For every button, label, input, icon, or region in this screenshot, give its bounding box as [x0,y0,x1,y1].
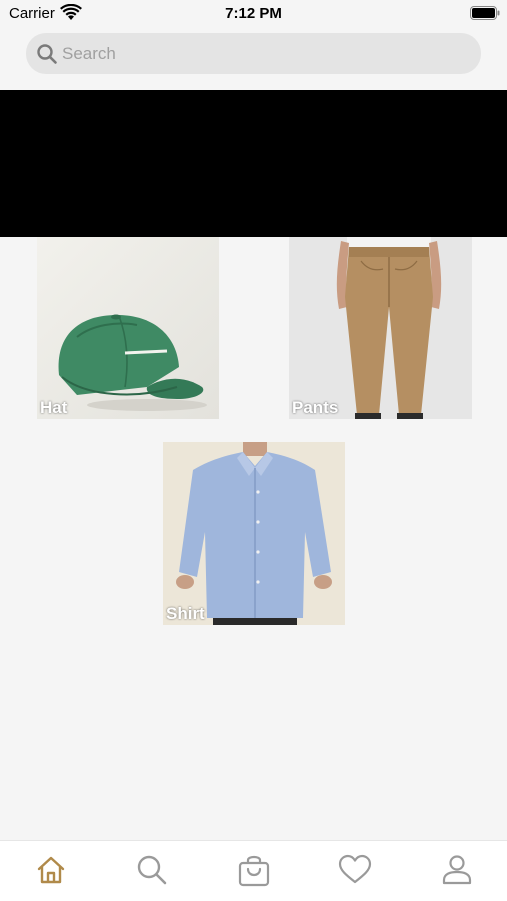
heart-icon [338,854,372,884]
status-bar: Carrier 7:12 PM [0,0,507,28]
product-label-pants: Pants [292,398,339,417]
profile-icon [442,855,472,885]
bag-icon [238,855,270,887]
search-bar[interactable] [26,33,481,74]
search-input[interactable] [62,33,462,74]
search-icon [137,855,167,885]
green-cap-image [37,237,219,419]
search-icon [37,44,57,64]
banner-image[interactable] [0,90,507,237]
tab-bag[interactable] [237,853,271,887]
product-card-shirt[interactable]: Shirt [163,442,345,625]
tab-home[interactable] [34,853,68,887]
tab-bar [0,840,507,901]
khaki-pants-image [289,237,472,419]
product-card-pants[interactable]: Pants [289,237,472,419]
product-card-hat[interactable]: Hat [37,237,219,419]
tab-profile[interactable] [440,853,474,887]
home-icon [37,856,65,884]
product-label-hat: Hat [40,398,68,417]
tab-favorites[interactable] [338,853,372,887]
clock-time: 7:12 PM [225,5,282,22]
blue-shirt-image [163,442,345,625]
product-label-shirt: Shirt [166,604,205,623]
battery-icon [470,6,500,20]
tab-search[interactable] [135,853,169,887]
